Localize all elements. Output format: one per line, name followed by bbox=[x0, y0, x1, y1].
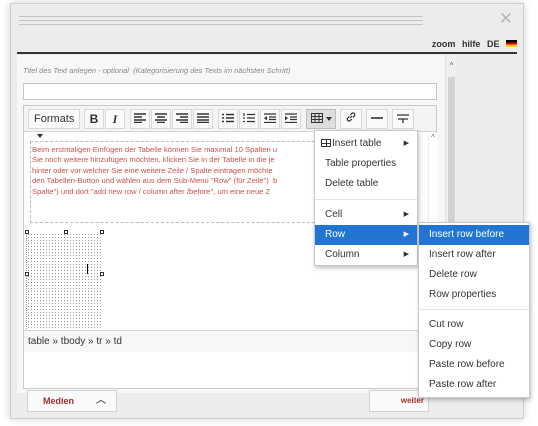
menu-item-cut-row[interactable]: Cut row bbox=[419, 315, 529, 335]
element-path: table » tbody » tr » td bbox=[24, 330, 436, 352]
zoom-link[interactable]: zoom bbox=[432, 39, 456, 49]
menu-item-copy-row[interactable]: Copy row bbox=[419, 335, 529, 355]
close-icon[interactable]: ✕ bbox=[499, 8, 513, 30]
title-input[interactable] bbox=[23, 62, 439, 78]
language-label[interactable]: DE bbox=[487, 39, 500, 49]
chevron-right-icon: ▶ bbox=[403, 251, 409, 258]
menu-item-label: Cell bbox=[325, 209, 343, 220]
top-links: zoom hilfe DE bbox=[17, 38, 517, 52]
dialog-titlebar[interactable]: ✕ bbox=[19, 8, 515, 32]
align-center-icon[interactable] bbox=[151, 109, 171, 129]
menu-item-row[interactable]: Row ▶ bbox=[315, 225, 417, 245]
formats-label: Formats bbox=[34, 113, 75, 125]
chevron-right-icon: ▶ bbox=[403, 231, 409, 238]
text-line: Beim erstmaligen Einfügen der Tabelle kö… bbox=[32, 145, 278, 154]
menu-item-label: Paste row after bbox=[429, 379, 497, 390]
menu-item-insert-row-before[interactable]: Insert row before bbox=[419, 225, 529, 245]
scroll-up-icon[interactable]: ^ bbox=[446, 61, 457, 70]
menu-item-label: Paste row before bbox=[429, 359, 505, 370]
resize-handle[interactable] bbox=[25, 272, 29, 276]
help-link[interactable]: hilfe bbox=[462, 39, 481, 49]
divider bbox=[17, 52, 517, 54]
menu-item-row-properties[interactable]: Row properties bbox=[419, 285, 529, 305]
menu-separator bbox=[315, 199, 417, 200]
chevron-right-icon: ▶ bbox=[403, 211, 409, 218]
resize-handle[interactable] bbox=[100, 230, 104, 234]
resize-handle[interactable] bbox=[25, 230, 29, 234]
align-left-icon[interactable] bbox=[130, 109, 150, 129]
secondary-input[interactable] bbox=[23, 83, 437, 100]
text-line: Sie noch weitere hinzufügen möchten, kli… bbox=[32, 155, 275, 165]
instruction-text: Beim erstmaligen Einfügen der Tabelle kö… bbox=[32, 145, 336, 197]
link-icon[interactable] bbox=[340, 109, 362, 129]
menu-item-delete-table[interactable]: Delete table bbox=[315, 174, 417, 194]
bold-icon[interactable]: B bbox=[84, 109, 104, 129]
menu-item-paste-row-before[interactable]: Paste row before bbox=[419, 355, 529, 375]
menu-item-label: Delete table bbox=[325, 178, 379, 189]
indent-icon[interactable] bbox=[281, 109, 301, 129]
menu-item-delete-row[interactable]: Delete row bbox=[419, 265, 529, 285]
align-justify-icon[interactable] bbox=[193, 109, 213, 129]
horizontal-rule-icon[interactable] bbox=[366, 109, 388, 129]
drag-grip[interactable] bbox=[19, 16, 423, 25]
italic-icon[interactable]: I bbox=[105, 109, 125, 129]
menu-item-insert-table[interactable]: Insert table ▶ bbox=[315, 134, 417, 154]
menu-item-label: Row bbox=[325, 229, 346, 240]
row-submenu: Insert row before Insert row after Delet… bbox=[418, 222, 530, 398]
menu-item-insert-row-after[interactable]: Insert row after bbox=[419, 245, 529, 265]
menu-item-paste-row-after[interactable]: Paste row after bbox=[419, 375, 529, 395]
menu-item-label: Insert row before bbox=[429, 229, 505, 240]
resize-handle[interactable] bbox=[100, 272, 104, 276]
menu-separator bbox=[419, 309, 529, 310]
table-menu: Insert table ▶ Table properties Delete ta… bbox=[314, 130, 418, 266]
text-cursor bbox=[87, 264, 88, 274]
scroll-up-icon[interactable]: ^ bbox=[429, 133, 437, 142]
page-break-icon[interactable] bbox=[392, 109, 414, 129]
selected-table[interactable] bbox=[26, 233, 102, 331]
menu-item-label: Column bbox=[325, 249, 360, 260]
flag-icon[interactable] bbox=[506, 40, 517, 47]
menu-item-label: Delete row bbox=[429, 269, 477, 280]
align-right-icon[interactable] bbox=[172, 109, 192, 129]
resize-handle[interactable] bbox=[64, 230, 68, 234]
menu-item-label: Table properties bbox=[325, 158, 397, 169]
menu-item-column[interactable]: Column ▶ bbox=[315, 245, 417, 265]
table-icon bbox=[321, 139, 331, 147]
menu-item-label: Insert row after bbox=[429, 249, 496, 260]
media-label: Medien bbox=[43, 396, 75, 406]
formats-dropdown[interactable]: Formats bbox=[28, 109, 80, 138]
menu-item-cell[interactable]: Cell ▶ bbox=[315, 205, 417, 225]
text-line: den Tabellen-Button und wählen aus dem S… bbox=[32, 176, 278, 186]
menu-item-label: Cut row bbox=[429, 319, 464, 330]
media-button[interactable]: Medien ︿ bbox=[27, 390, 117, 412]
chevron-up-icon: ︿ bbox=[96, 395, 106, 406]
chevron-down-icon bbox=[325, 117, 332, 121]
chevron-right-icon: ▶ bbox=[403, 140, 409, 147]
table-icon[interactable] bbox=[306, 109, 336, 129]
bullet-list-icon[interactable] bbox=[218, 109, 238, 129]
menu-item-label: Insert table bbox=[332, 138, 382, 149]
outdent-icon[interactable] bbox=[260, 109, 280, 129]
editor-toolbar: Formats B I bbox=[24, 106, 436, 138]
menu-item-label: Copy row bbox=[429, 339, 472, 350]
text-line: hinter oder vor welcher Sie eine weitere… bbox=[32, 165, 273, 175]
menu-item-table-properties[interactable]: Table properties bbox=[315, 154, 417, 174]
text-line: Spalte") und dort "add new row / column … bbox=[32, 186, 271, 196]
menu-item-label: Row properties bbox=[429, 289, 497, 300]
numbered-list-icon[interactable] bbox=[239, 109, 259, 129]
